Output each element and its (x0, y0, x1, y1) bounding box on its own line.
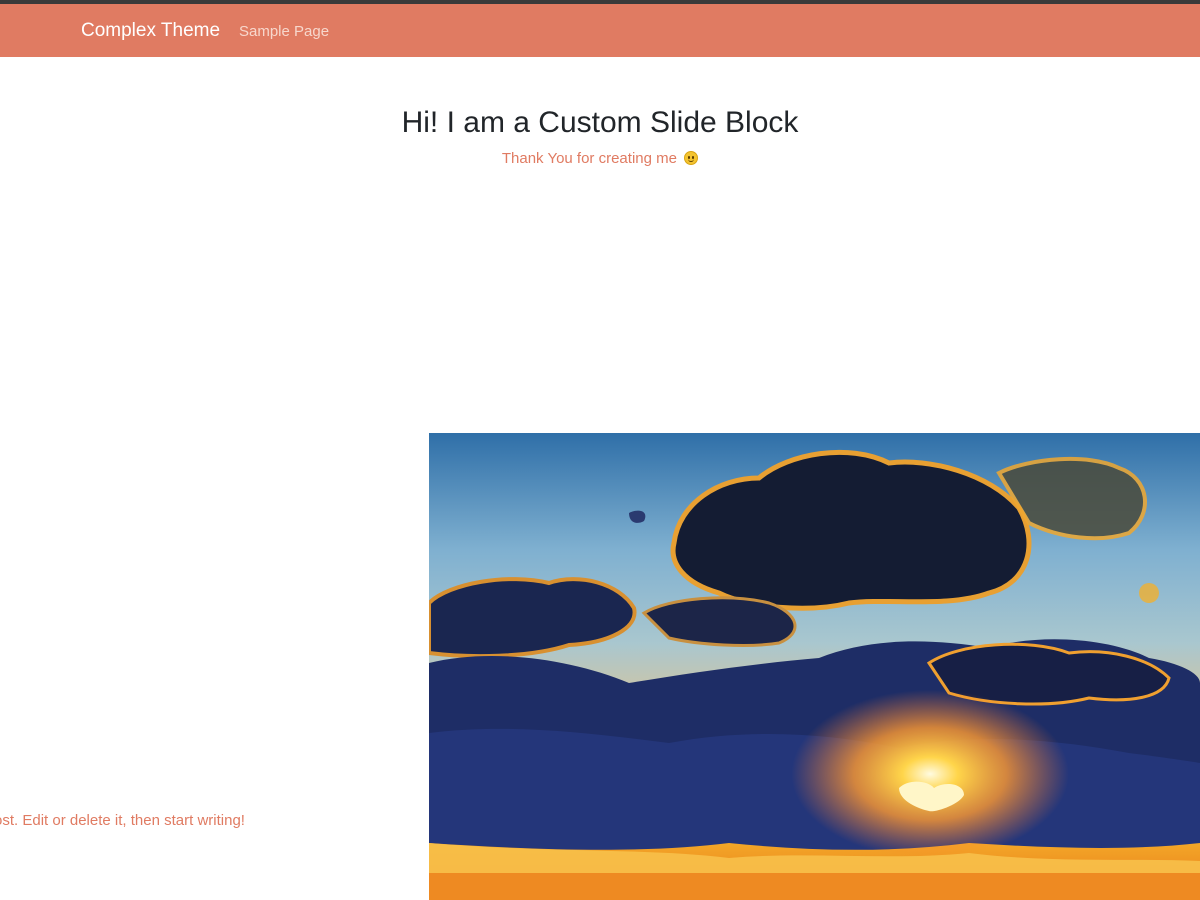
nav-link-sample-page[interactable]: Sample Page (239, 23, 329, 40)
sunset-sky-image (429, 433, 1200, 900)
post-excerpt: ost. Edit or delete it, then start writi… (0, 812, 245, 829)
slide-title: Hi! I am a Custom Slide Block (401, 106, 799, 139)
site-navbar: Complex Theme Sample Page (0, 4, 1200, 57)
slightly-smiling-face-icon (684, 151, 699, 165)
slide-subtitle-line: Thank You for creating me (0, 149, 1200, 169)
site-brand-link[interactable]: Complex Theme (81, 20, 220, 42)
slide-subtitle: Thank You for creating me (501, 150, 677, 167)
